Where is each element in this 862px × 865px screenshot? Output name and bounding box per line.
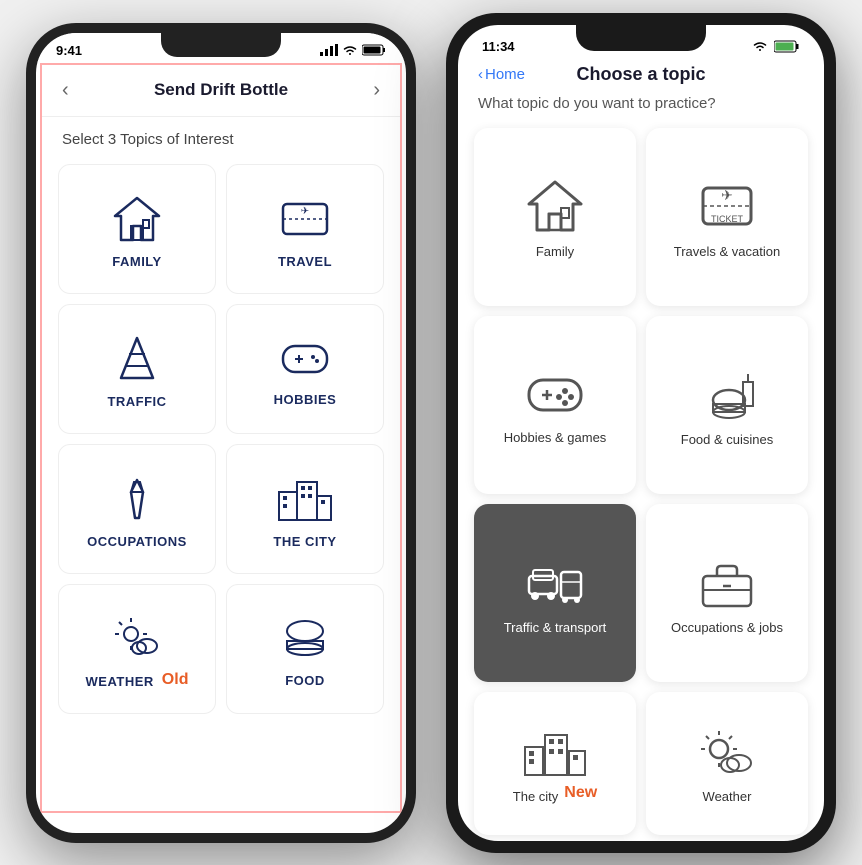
new-wifi-icon [752, 40, 768, 52]
svg-text:✈: ✈ [301, 206, 309, 217]
new-topic-city[interactable]: The city New [474, 692, 636, 835]
old-hobbies-label: HOBBIES [274, 392, 337, 407]
old-traffic-label: TRAFFIC [107, 394, 166, 409]
new-topic-hobbies[interactable]: Hobbies & games [474, 316, 636, 494]
new-family-label: Family [536, 244, 574, 259]
new-status-icons [752, 40, 800, 53]
svg-text:✈: ✈ [721, 187, 733, 203]
new-topic-food[interactable]: Food & cuisines [646, 316, 808, 494]
time: 9:41 [56, 43, 82, 58]
new-phone: 11:34 ‹ Home Choose a topic W [446, 13, 836, 853]
old-topic-occupations[interactable]: OCCUPATIONS [58, 444, 216, 574]
old-topic-traffic[interactable]: TRAFFIC [58, 304, 216, 434]
new-sun-cloud-icon [695, 727, 759, 779]
new-traffic-icon [523, 554, 587, 610]
new-briefcase-icon [695, 554, 759, 610]
sun-cloud-icon [109, 614, 165, 664]
back-button[interactable]: ‹ Home [478, 66, 525, 83]
old-topic-hobbies[interactable]: HOBBIES [226, 304, 384, 434]
new-weather-label: Weather [703, 789, 752, 804]
old-topics-grid: FAMILY ✈ TRAVEL TRAFFIC [42, 156, 400, 722]
old-topic-city[interactable]: THE CITY [226, 444, 384, 574]
new-topic-family[interactable]: Family [474, 128, 636, 306]
old-topic-family[interactable]: FAMILY [58, 164, 216, 294]
forward-arrow-icon[interactable]: › [373, 79, 380, 102]
old-family-label: FAMILY [112, 254, 161, 269]
new-traffic-label: Traffic & transport [504, 620, 607, 635]
back-arrow-icon[interactable]: ‹ [62, 79, 69, 102]
new-topic-occupations[interactable]: Occupations & jobs [646, 504, 808, 682]
old-topic-travel[interactable]: ✈ TRAVEL [226, 164, 384, 294]
old-topic-food[interactable]: FOOD [226, 584, 384, 714]
new-gamepad-icon [523, 368, 587, 420]
new-occupations-label: Occupations & jobs [671, 620, 783, 635]
old-subtitle: Select 3 Topics of Interest [42, 117, 400, 156]
new-city-label: The city [513, 789, 559, 804]
tie-icon [109, 474, 165, 524]
new-ticket-icon: ✈ TICKET [695, 178, 759, 234]
old-weather-label: WEATHER [86, 674, 154, 689]
new-food-icon [695, 366, 759, 422]
wifi-icon [342, 44, 358, 56]
old-title: Send Drift Bottle [154, 80, 288, 100]
new-time: 11:34 [482, 39, 515, 54]
new-buildings-icon [521, 727, 589, 779]
old-occupations-label: OCCUPATIONS [87, 534, 187, 549]
ticket-icon: ✈ [277, 194, 333, 244]
new-topic-weather[interactable]: Weather [646, 692, 808, 835]
old-city-label: THE CITY [273, 534, 336, 549]
new-badge: New [564, 784, 597, 802]
new-topic-travels[interactable]: ✈ TICKET Travels & vacation [646, 128, 808, 306]
old-phone: 9:41 ‹ Send Dr [26, 23, 416, 843]
old-badge: Old [162, 671, 189, 689]
new-food-label: Food & cuisines [681, 432, 774, 447]
new-topic-traffic[interactable]: Traffic & transport [474, 504, 636, 682]
cone-icon [109, 334, 165, 384]
old-topic-weather[interactable]: WEATHER Old [58, 584, 216, 714]
new-subtitle: What topic do you want to practice? [458, 91, 824, 122]
new-topics-grid: Family ✈ TICKET Travels & vacation [458, 122, 824, 841]
new-hobbies-label: Hobbies & games [504, 430, 607, 445]
new-house-icon [523, 178, 587, 234]
old-header: ‹ Send Drift Bottle › [42, 65, 400, 117]
signal-icon [320, 44, 338, 56]
notch [161, 33, 281, 57]
status-icons [320, 44, 386, 56]
old-phone-content: ‹ Send Drift Bottle › Select 3 Topics of… [40, 63, 402, 813]
buildings-icon [275, 474, 335, 524]
new-battery-icon [774, 40, 800, 53]
battery-icon [362, 44, 386, 56]
svg-text:TICKET: TICKET [711, 214, 744, 224]
new-title: Choose a topic [576, 64, 705, 85]
gamepad-icon [277, 336, 333, 382]
old-food-label: FOOD [285, 673, 325, 688]
house-icon [109, 194, 165, 244]
new-notch [576, 25, 706, 51]
new-header: ‹ Home Choose a topic [458, 58, 824, 91]
back-label: Home [485, 66, 525, 83]
new-phone-inner: 11:34 ‹ Home Choose a topic W [458, 25, 824, 841]
burger-icon [280, 615, 330, 663]
back-chevron-icon: ‹ [478, 66, 483, 83]
new-travels-label: Travels & vacation [674, 244, 780, 259]
old-travel-label: TRAVEL [278, 254, 332, 269]
